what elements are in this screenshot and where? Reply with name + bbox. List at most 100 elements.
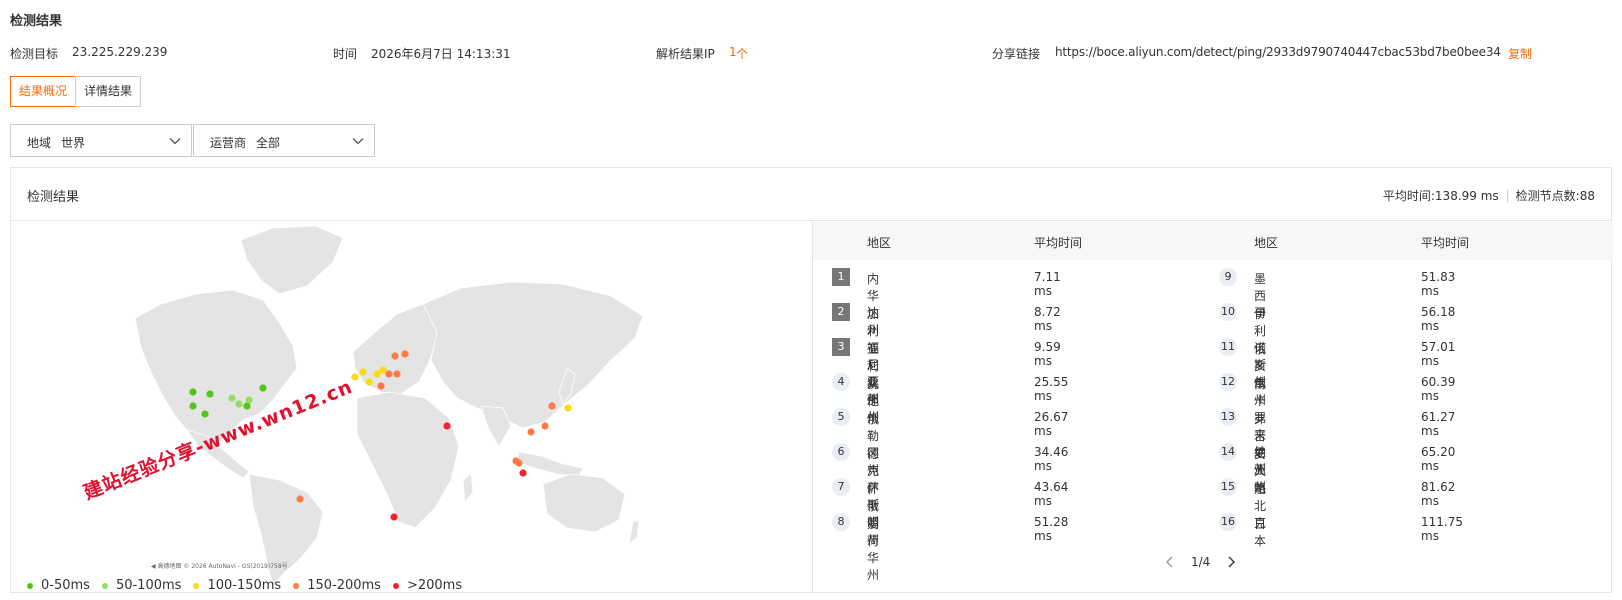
resolve-label: 解析结果IP [656, 47, 715, 61]
map-legend: 0-50ms 50-100ms 100-150ms 150-200ms >200… [27, 578, 474, 593]
landmass-asia [422, 281, 644, 429]
avg-time-cell: 8.72 ms [1034, 305, 1061, 333]
rank-badge: 8 [832, 513, 850, 531]
legend-label: 0-50ms [41, 578, 90, 593]
landmass-africa [356, 391, 460, 529]
node-marker[interactable] [377, 382, 385, 390]
tab-overview[interactable]: 结果概况 [10, 76, 77, 107]
pagination: 1/4 [1163, 555, 1238, 569]
chevron-right-icon[interactable] [1224, 555, 1238, 569]
legend-dot [193, 582, 200, 589]
node-marker[interactable] [401, 350, 409, 358]
node-marker[interactable] [365, 378, 373, 386]
node-marker[interactable] [390, 513, 398, 521]
node-marker[interactable] [527, 428, 535, 436]
node-marker[interactable] [548, 402, 556, 410]
node-marker[interactable] [351, 373, 359, 381]
node-marker[interactable] [189, 388, 197, 396]
node-marker[interactable] [259, 384, 267, 392]
chevron-left-icon[interactable] [1163, 555, 1177, 569]
region-cell: 爱荷华州 [867, 517, 880, 582]
landmass-indonesia [516, 451, 584, 477]
chevron-down-icon [352, 138, 364, 145]
node-marker[interactable] [373, 370, 381, 378]
legend-item-1: 50-100ms [101, 578, 181, 593]
share-url[interactable]: https://boce.aliyun.com/detect/ping/2933… [1055, 45, 1501, 59]
node-marker[interactable] [564, 404, 572, 412]
avg-time-cell: 26.67 ms [1034, 410, 1069, 438]
avg-time-cell: 51.28 ms [1034, 515, 1069, 543]
rank-badge: 10 [1219, 303, 1237, 321]
table-header: 地区 平均时间 地区 平均时间 [813, 222, 1613, 260]
card-title: 检测结果 [27, 190, 80, 205]
node-marker[interactable] [245, 396, 253, 404]
resolve-unit: 个 [736, 47, 749, 61]
rank-badge: 15 [1219, 478, 1237, 496]
region-select-label: 地域 [27, 136, 52, 150]
page-indicator: 1/4 [1191, 555, 1211, 569]
stats-divider [1506, 189, 1508, 202]
avg-time: 平均时间:138.99 ms [1382, 189, 1499, 203]
landmass-greenland [240, 225, 344, 295]
node-marker[interactable] [201, 410, 209, 418]
landmass-madagascar [462, 473, 474, 504]
legend-label: 100-150ms [207, 578, 282, 593]
th-avg-right: 平均时间 [1421, 236, 1470, 250]
avg-time-cell: 34.46 ms [1034, 445, 1069, 473]
legend-item-3: 150-200ms [293, 578, 381, 593]
target-value: 23.225.229.239 [72, 45, 168, 59]
node-marker[interactable] [385, 370, 393, 378]
rank-badge: 12 [1219, 373, 1237, 391]
isp-select-label: 运营商 [210, 136, 247, 150]
rank-badge: 6 [832, 443, 850, 461]
node-marker[interactable] [359, 368, 367, 376]
landmass-new-zealand [628, 519, 640, 545]
info-row: 检测目标 23.225.229.239 时间 2026年6月7日 14:13:3… [0, 45, 1622, 61]
node-marker[interactable] [189, 402, 197, 410]
copy-button[interactable]: 复制 [1508, 45, 1532, 62]
node-marker[interactable] [515, 459, 523, 467]
node-marker[interactable] [235, 400, 243, 408]
rank-badge: 5 [832, 408, 850, 426]
isp-select[interactable]: 运营商 全部 [193, 124, 375, 157]
legend-label: >200ms [406, 578, 463, 593]
legend-item-2: 100-150ms [193, 578, 281, 593]
avg-time-cell: 57.01 ms [1421, 340, 1456, 368]
node-marker[interactable] [296, 495, 304, 503]
node-marker[interactable] [228, 394, 236, 402]
card-header: 检测结果 平均时间:138.99 ms 检测节点数:88 [11, 168, 1611, 221]
legend-dot [293, 582, 300, 589]
world-map[interactable] [11, 222, 812, 594]
tab-details[interactable]: 详情结果 [75, 76, 142, 107]
isp-select-value: 全部 [256, 136, 281, 150]
target-label: 检测目标 [10, 47, 59, 61]
avg-time-cell: 51.83 ms [1421, 270, 1456, 298]
node-marker[interactable] [519, 469, 527, 477]
region-select[interactable]: 地域 世界 [10, 124, 192, 157]
th-region-right: 地区 [1254, 236, 1279, 250]
rank-badge: 7 [832, 478, 850, 496]
share-label: 分享链接 [992, 47, 1041, 61]
landmass-australia [542, 473, 626, 533]
avg-time-cell: 60.39 ms [1421, 375, 1456, 403]
node-marker[interactable] [379, 366, 387, 374]
time-value: 2026年6月7日 14:13:31 [371, 47, 511, 61]
node-marker[interactable] [393, 370, 401, 378]
avg-time-cell: 9.59 ms [1034, 340, 1061, 368]
page-title: 检测结果 [10, 14, 63, 29]
result-card: 检测结果 平均时间:138.99 ms 检测节点数:88 建站经验分享-www.… [10, 167, 1613, 594]
rank-badge: 13 [1219, 408, 1237, 426]
node-marker[interactable] [206, 390, 214, 398]
node-marker[interactable] [541, 422, 549, 430]
rank-badge: 3 [832, 338, 850, 356]
legend-dot [392, 582, 399, 589]
region-select-value: 世界 [61, 136, 86, 150]
region-cell: 日本 [1254, 517, 1267, 548]
rank-badge: 14 [1219, 443, 1237, 461]
time-label: 时间 [333, 47, 358, 61]
avg-time-cell: 111.75 ms [1421, 515, 1463, 543]
rank-badge: 9 [1219, 268, 1237, 286]
node-marker[interactable] [391, 352, 399, 360]
rank-badge: 4 [832, 373, 850, 391]
node-marker[interactable] [443, 422, 451, 430]
